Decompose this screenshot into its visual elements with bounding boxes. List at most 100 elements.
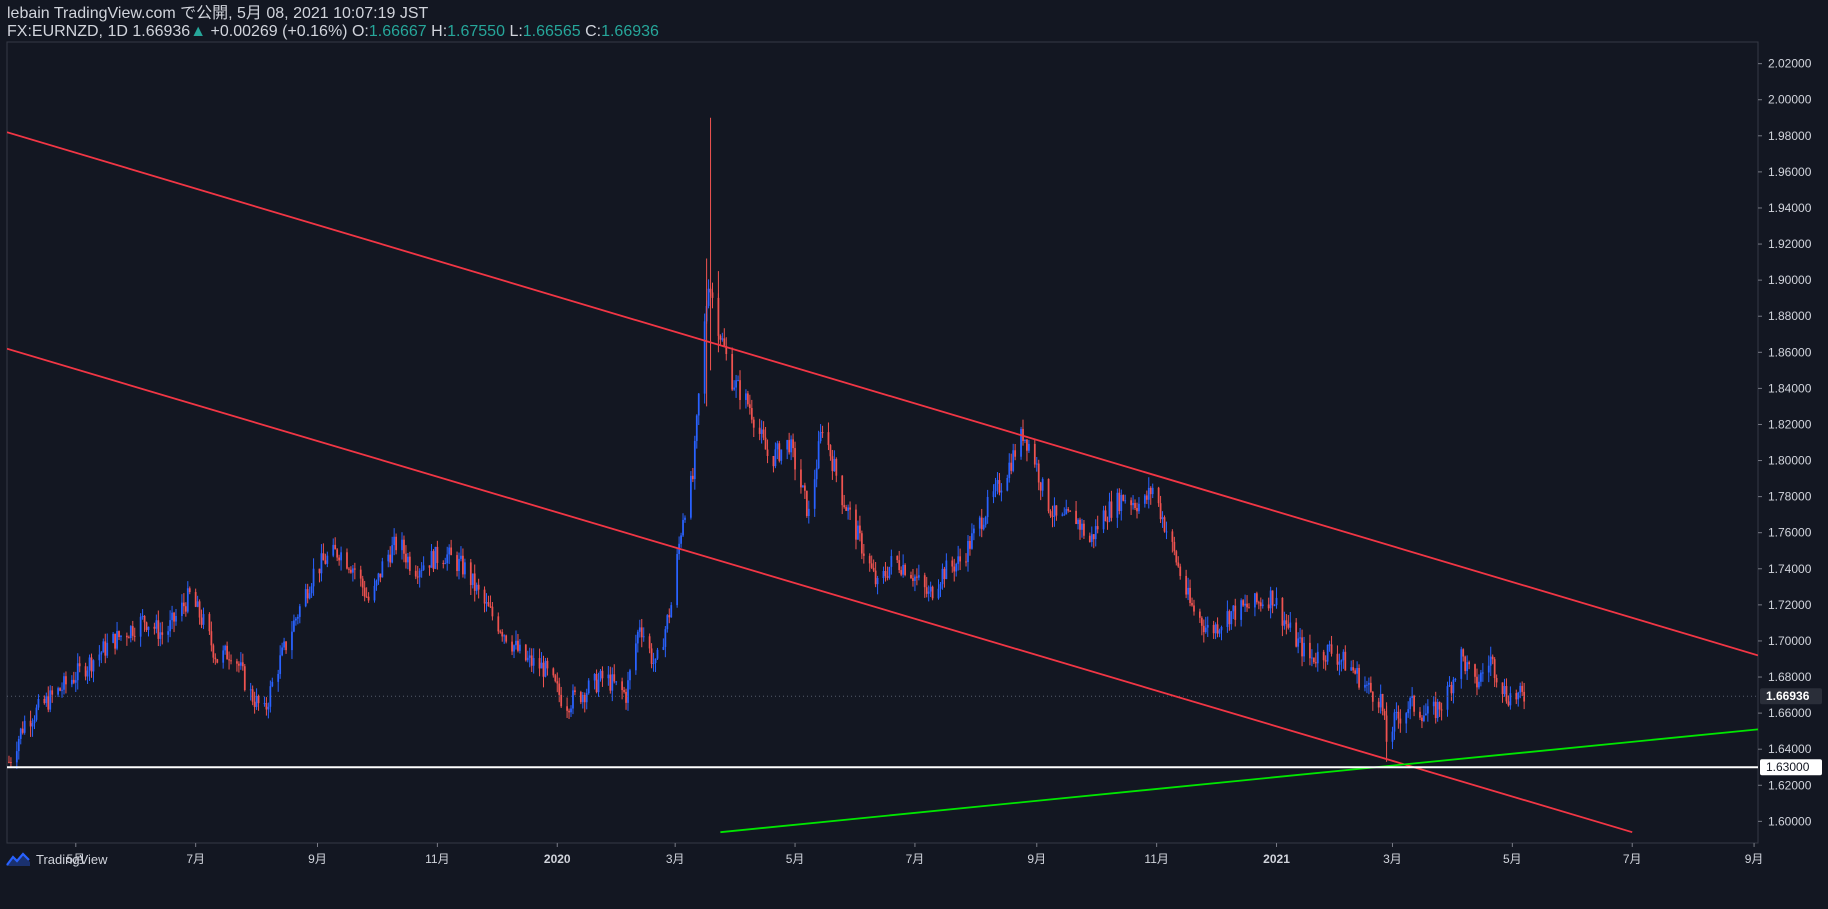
candle-body <box>416 576 419 578</box>
candle-body <box>762 429 765 438</box>
candle-body <box>444 563 447 565</box>
candle-body <box>513 645 515 652</box>
candle-body <box>969 540 971 549</box>
candle-body <box>210 631 213 646</box>
x-tick-label: 11月 <box>425 852 449 866</box>
candle-body <box>1356 667 1358 674</box>
candle-body <box>88 657 91 671</box>
candle-body <box>350 569 352 573</box>
candle-body <box>391 545 394 563</box>
candle-body <box>1261 604 1264 607</box>
candle-body <box>1448 685 1451 687</box>
candle-body <box>238 663 240 666</box>
candle-body <box>1010 462 1013 471</box>
candle-body <box>623 690 625 692</box>
candle-body <box>1218 630 1221 634</box>
candle-body <box>1193 605 1195 612</box>
candle-body <box>1466 662 1469 672</box>
candle-body <box>198 601 201 618</box>
candle-body <box>157 620 160 639</box>
y-tick-label: 1.84000 <box>1768 381 1812 395</box>
candle-body <box>1244 603 1246 606</box>
candle-body <box>428 565 431 568</box>
candle-body <box>1316 651 1319 664</box>
candle-body <box>308 593 311 599</box>
candle-body <box>346 552 348 569</box>
candle-body <box>243 666 246 691</box>
candle-body <box>57 688 59 695</box>
candle-body <box>118 631 120 638</box>
candle-body <box>642 636 645 638</box>
candle-body <box>1145 495 1148 500</box>
candle-body <box>994 483 997 492</box>
candle-body <box>1399 718 1402 724</box>
x-tick-label: 7月 <box>906 852 925 866</box>
candle-body <box>1521 685 1524 692</box>
candle-body <box>460 555 462 559</box>
tradingview-logo-icon <box>6 852 30 866</box>
candle-body <box>955 563 958 572</box>
candle-body <box>900 570 903 575</box>
candle-body <box>401 539 403 551</box>
candle-body <box>780 449 783 461</box>
candle-body <box>387 554 390 562</box>
x-tick-label: 5月 <box>1503 852 1522 866</box>
candle-body <box>23 720 26 733</box>
candle-body <box>212 645 215 658</box>
candle-body <box>267 706 270 710</box>
y-tick-label: 1.76000 <box>1768 526 1812 540</box>
candle-body <box>241 662 244 667</box>
candle-body <box>1281 597 1284 626</box>
candle-body <box>807 508 810 517</box>
candle-body <box>1299 637 1301 639</box>
candle-body <box>1171 531 1174 542</box>
trendlines-group <box>7 131 1758 834</box>
candle-body <box>941 568 944 585</box>
y-tick-label: 1.88000 <box>1768 309 1812 323</box>
candle-body <box>291 631 293 651</box>
candle-body <box>1220 626 1223 631</box>
candle-body <box>1255 593 1258 603</box>
candle-body <box>1336 653 1339 665</box>
candle-body <box>8 761 10 763</box>
candle-body <box>35 707 38 720</box>
candle-body <box>1454 678 1457 680</box>
candle-body <box>1495 677 1498 683</box>
candle-body <box>1474 664 1476 677</box>
candle-body <box>980 517 983 530</box>
candle-body <box>131 626 134 636</box>
candle-body <box>1519 685 1522 693</box>
x-tick-label: 11月 <box>1144 852 1168 866</box>
candle-body <box>579 692 582 703</box>
candle-body <box>1132 502 1134 506</box>
candle-body <box>876 577 879 585</box>
candle-body <box>473 573 476 591</box>
candle-body <box>1505 686 1508 702</box>
price-chart[interactable]: 2.02000 2.00000 1.98000 1.96000 1.94000 1.920… <box>0 0 1828 909</box>
candle-body <box>253 701 256 707</box>
candle-body <box>336 549 339 558</box>
candle-body <box>583 694 586 703</box>
candle-body <box>1242 600 1244 606</box>
candle-body <box>285 641 287 651</box>
candle-body <box>1083 523 1085 536</box>
candle-body <box>813 479 816 509</box>
candle-body <box>1254 593 1256 608</box>
candle-body <box>750 408 753 420</box>
candle-body <box>1104 510 1107 522</box>
candle-body <box>63 676 65 690</box>
candle-body <box>1200 617 1203 626</box>
candle-body <box>340 552 342 561</box>
candle-body <box>585 693 588 703</box>
candle-body <box>448 547 451 555</box>
candle-body <box>1014 450 1017 457</box>
candle-body <box>790 439 793 453</box>
candle-body <box>1368 682 1370 685</box>
candle-body <box>1228 611 1231 625</box>
candle-body <box>255 696 258 707</box>
candle-body <box>652 663 655 665</box>
candle-body <box>367 596 370 601</box>
candle-body <box>1246 603 1248 608</box>
candle-body <box>1134 502 1136 508</box>
candle-body <box>1330 644 1333 654</box>
